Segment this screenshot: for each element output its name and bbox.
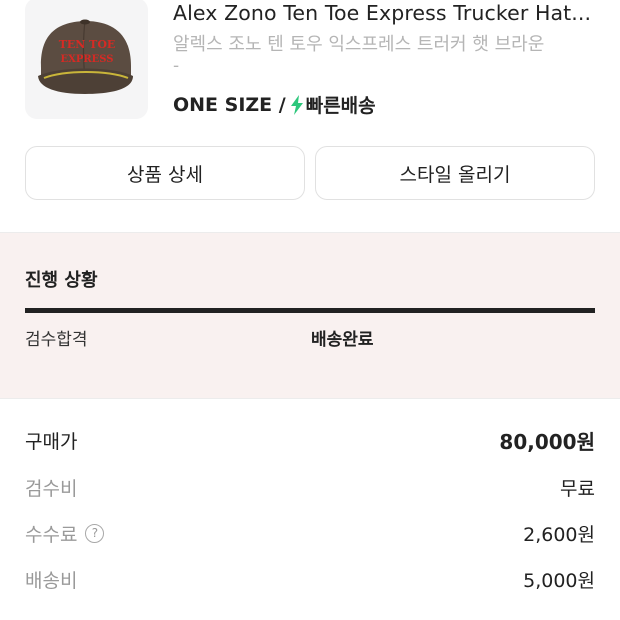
product-title[interactable]: Alex Zono Ten Toe Express Trucker Hat... (173, 1, 603, 25)
commission-value: 2,600원 (523, 523, 595, 546)
lightning-bolt-icon (290, 94, 303, 115)
progress-bar (25, 308, 595, 313)
fast-shipping-label: 빠른배송 (305, 95, 376, 117)
product-detail-button[interactable]: 상품 상세 (25, 146, 305, 200)
product-option: - (173, 56, 180, 76)
product-image[interactable]: TEN TOE EXPRESS (25, 0, 148, 119)
step-delivered: 배송완료 (311, 330, 374, 350)
size-label: ONE SIZE / (173, 93, 286, 116)
trucker-hat-image: TEN TOE EXPRESS (38, 19, 133, 94)
commission-label: 수수료 (25, 523, 78, 546)
progress-section: 진행 상황 검수합격 배송완료 (0, 232, 620, 399)
purchase-price-label: 구매가 (25, 430, 78, 453)
hat-text-line2: EXPRESS (60, 54, 113, 65)
post-style-button[interactable]: 스타일 올리기 (315, 146, 595, 200)
purchase-price-value: 80,000원 (499, 429, 595, 454)
inspection-fee-value: 무료 (560, 477, 595, 500)
commission-label-group: 수수료 ? (25, 520, 105, 547)
inspection-fee-row: 검수비 무료 (25, 472, 595, 502)
step-inspection-passed: 검수합격 (25, 330, 88, 350)
shipping-fee-value: 5,000원 (523, 569, 595, 592)
commission-row: 수수료 ? 2,600원 (25, 518, 595, 548)
size-shipping-row: ONE SIZE / 빠른배송 (173, 91, 376, 118)
inspection-fee-label: 검수비 (25, 477, 78, 500)
progress-title: 진행 상황 (25, 270, 98, 291)
shipping-fee-row: 배송비 5,000원 (25, 564, 595, 594)
purchase-price-row: 구매가 80,000원 (25, 425, 595, 455)
hat-text-line1: TEN TOE (59, 38, 116, 51)
shipping-fee-label: 배송비 (25, 569, 78, 592)
product-subtitle: 알렉스 조노 텐 토우 익스프레스 트러커 햇 브라운 (173, 34, 545, 55)
help-icon[interactable]: ? (85, 523, 105, 543)
